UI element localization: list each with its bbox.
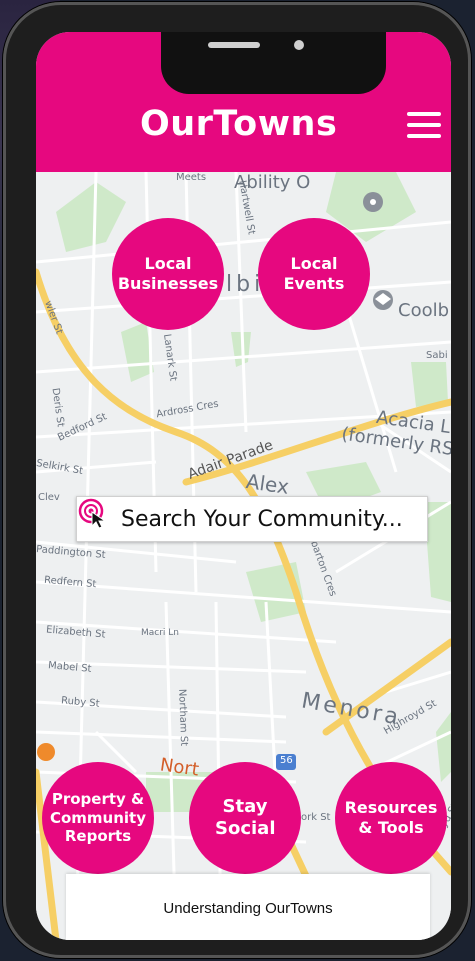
community-search-input[interactable]: Search Your Community... — [76, 496, 428, 542]
map-label: Meets — [176, 172, 207, 183]
search-placeholder: Search Your Community... — [121, 506, 403, 532]
location-target-icon — [78, 498, 113, 535]
resources-tools-button[interactable]: Resources & Tools — [335, 762, 447, 874]
local-businesses-label: Local Businesses — [117, 254, 219, 293]
stay-social-button[interactable]: Stay Social — [189, 762, 301, 874]
app-screen: Ability O lbin Coolb Acacia L (formerly … — [36, 32, 451, 940]
map-label: ork St — [301, 812, 331, 823]
app-title: OurTowns — [140, 104, 338, 144]
map-label: Coolb — [398, 300, 450, 321]
route-shield: 56 — [280, 755, 293, 766]
understanding-ourtowns-label: Understanding OurTowns — [163, 900, 333, 917]
property-community-reports-button[interactable]: Property & Community Reports — [42, 762, 154, 874]
understanding-ourtowns-card[interactable]: Understanding OurTowns — [66, 874, 430, 940]
front-camera — [294, 40, 304, 50]
map-label: Northam St — [176, 688, 190, 747]
phone-frame: Ability O lbin Coolb Acacia L (formerly … — [3, 2, 471, 958]
map-label: Sabi — [426, 350, 448, 361]
resources-tools-label: Resources & Tools — [344, 798, 438, 837]
speaker-grille — [208, 42, 260, 48]
phone-notch — [161, 32, 386, 94]
local-events-button[interactable]: Local Events — [258, 218, 370, 330]
map-label: Macri Ln — [141, 628, 180, 638]
property-reports-label: Property & Community Reports — [49, 789, 147, 846]
hamburger-menu-icon[interactable] — [407, 112, 441, 138]
map-view[interactable]: Ability O lbin Coolb Acacia L (formerly … — [36, 172, 451, 940]
local-events-label: Local Events — [283, 254, 345, 293]
local-businesses-button[interactable]: Local Businesses — [112, 218, 224, 330]
stay-social-label: Stay Social — [215, 795, 276, 840]
map-label: Clev — [38, 492, 60, 503]
